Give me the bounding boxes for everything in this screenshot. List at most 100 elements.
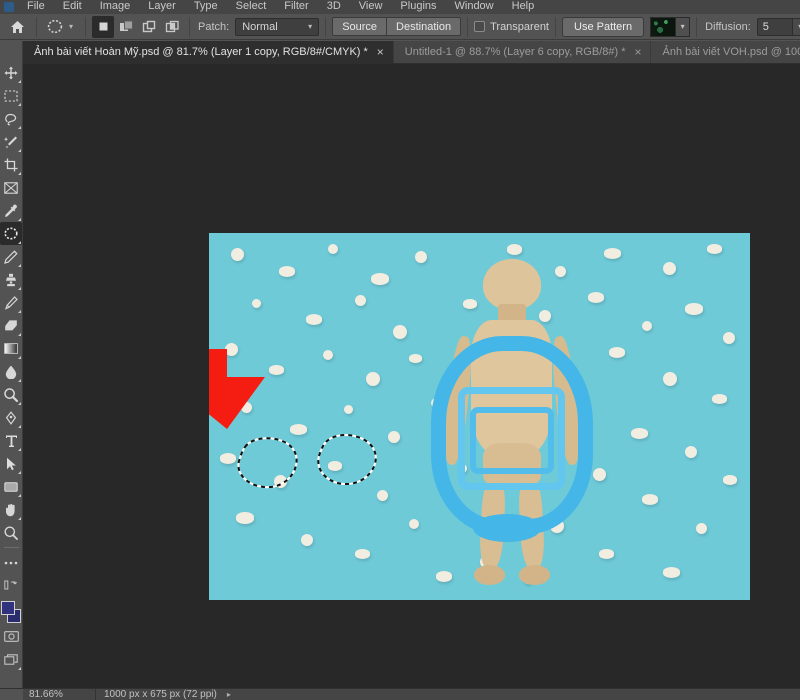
menu-file[interactable]: File bbox=[18, 0, 54, 14]
pattern-swatch-thumbnail[interactable] bbox=[650, 16, 677, 37]
move-tool[interactable] bbox=[0, 61, 22, 84]
tool-submenu-indicator bbox=[18, 264, 21, 267]
close-icon[interactable]: × bbox=[377, 46, 384, 58]
status-bar: 81.66% 1000 px x 675 px (72 ppi) ▸ bbox=[0, 688, 800, 700]
edit-toolbar[interactable] bbox=[0, 574, 22, 597]
eyedropper-tool[interactable] bbox=[0, 199, 22, 222]
tool-preset-caret[interactable]: ▾ bbox=[65, 17, 77, 37]
gradient-tool[interactable] bbox=[0, 337, 22, 360]
shape-tool[interactable] bbox=[0, 475, 22, 498]
menu-plugins[interactable]: Plugins bbox=[391, 0, 445, 14]
document-tab-3-label: Ảnh bài viết VOH.psd @ 100% (Layer 6 cop… bbox=[662, 46, 800, 58]
add-selection-icon[interactable] bbox=[115, 16, 137, 38]
canvas-workspace[interactable] bbox=[23, 64, 800, 688]
tool-preset-picker[interactable]: ▾ bbox=[43, 16, 79, 38]
patch-tool-icon bbox=[45, 17, 65, 37]
tool-submenu-indicator bbox=[18, 448, 21, 451]
magic-wand-tool[interactable] bbox=[0, 130, 22, 153]
intersect-selection-icon[interactable] bbox=[161, 16, 183, 38]
tool-submenu-indicator bbox=[18, 287, 21, 290]
patch-selection-right[interactable] bbox=[312, 428, 382, 490]
use-pattern-button[interactable]: Use Pattern bbox=[562, 16, 645, 37]
pattern-chevron-down-icon[interactable]: ▾ bbox=[676, 16, 691, 37]
marquee-tool[interactable] bbox=[0, 84, 22, 107]
document-image[interactable] bbox=[209, 233, 750, 600]
menu-type[interactable]: Type bbox=[185, 0, 227, 14]
options-separator-4 bbox=[325, 16, 327, 37]
menu-edit[interactable]: Edit bbox=[54, 0, 91, 14]
pattern-picker[interactable]: ▾ bbox=[650, 16, 691, 37]
patch-mode-select[interactable]: Normal ▾ bbox=[235, 17, 320, 36]
tool-submenu-indicator bbox=[18, 103, 21, 106]
color-swatches[interactable] bbox=[0, 599, 22, 625]
path-selection-tool[interactable] bbox=[0, 452, 22, 475]
document-tab-3[interactable]: Ảnh bài viết VOH.psd @ 100% (Layer 6 cop… bbox=[651, 41, 800, 63]
diffusion-input[interactable]: 5 bbox=[756, 17, 793, 36]
patch-tool[interactable] bbox=[0, 222, 22, 245]
menu-image[interactable]: Image bbox=[91, 0, 140, 14]
menu-help[interactable]: Help bbox=[503, 0, 544, 14]
toolbar-divider bbox=[3, 547, 19, 548]
foreground-color-swatch[interactable] bbox=[1, 601, 15, 615]
document-tab-bar: Ảnh bài viết Hoàn Mỹ.psd @ 81.7% (Layer … bbox=[23, 41, 800, 64]
document-tab-1[interactable]: Ảnh bài viết Hoàn Mỹ.psd @ 81.7% (Layer … bbox=[23, 41, 394, 63]
zoom-level[interactable]: 81.66% bbox=[23, 689, 95, 700]
document-dimensions: 1000 px x 675 px (72 ppi) bbox=[104, 689, 217, 700]
blur-tool[interactable] bbox=[0, 360, 22, 383]
eraser-tool[interactable] bbox=[0, 314, 22, 337]
menu-3d[interactable]: 3D bbox=[318, 0, 350, 14]
screen-mode-toggle[interactable] bbox=[0, 648, 22, 671]
menu-layer[interactable]: Layer bbox=[139, 0, 185, 14]
chevron-down-icon: ▾ bbox=[308, 22, 313, 31]
patch-selection-left[interactable] bbox=[233, 431, 303, 493]
home-icon[interactable] bbox=[4, 16, 30, 38]
menu-select[interactable]: Select bbox=[227, 0, 276, 14]
transparent-checkbox[interactable]: Transparent bbox=[474, 21, 549, 33]
brush-tool[interactable] bbox=[0, 245, 22, 268]
subtract-selection-icon[interactable] bbox=[138, 16, 160, 38]
selection-mode-group bbox=[92, 15, 183, 38]
source-button[interactable]: Source bbox=[332, 17, 387, 36]
pen-tool[interactable] bbox=[0, 406, 22, 429]
tool-submenu-indicator bbox=[18, 218, 21, 221]
menu-view[interactable]: View bbox=[350, 0, 392, 14]
menu-filter[interactable]: Filter bbox=[275, 0, 317, 14]
document-tab-2[interactable]: Untitled-1 @ 88.7% (Layer 6 copy, RGB/8#… bbox=[393, 41, 652, 63]
tool-submenu-indicator bbox=[18, 402, 21, 405]
hand-tool[interactable] bbox=[0, 498, 22, 521]
transparent-checkbox-box[interactable] bbox=[474, 21, 486, 32]
tool-submenu-indicator bbox=[18, 172, 21, 175]
tool-submenu-indicator bbox=[18, 667, 21, 670]
status-bar-chevron-icon[interactable]: ▸ bbox=[227, 690, 231, 699]
menu-window[interactable]: Window bbox=[446, 0, 503, 14]
tool-submenu-indicator bbox=[18, 517, 21, 520]
tool-submenu-indicator bbox=[18, 379, 21, 382]
clone-stamp-tool[interactable] bbox=[0, 268, 22, 291]
more-tools[interactable] bbox=[0, 551, 22, 574]
tool-submenu-indicator bbox=[18, 356, 21, 359]
patch-mode-value: Normal bbox=[242, 20, 278, 33]
close-icon[interactable]: × bbox=[634, 46, 641, 58]
options-bar: ▾ Patch: Normal ▾ Source Destination Tra… bbox=[0, 14, 800, 40]
document-tab-1-label: Ảnh bài viết Hoàn Mỹ.psd @ 81.7% (Layer … bbox=[34, 46, 368, 58]
options-separator-2 bbox=[85, 16, 86, 37]
patch-source-destination-group: Source Destination bbox=[332, 17, 462, 36]
frame-tool[interactable] bbox=[0, 176, 22, 199]
lasso-tool[interactable] bbox=[0, 107, 22, 130]
type-tool[interactable] bbox=[0, 429, 22, 452]
quick-mask-toggle[interactable] bbox=[0, 625, 22, 648]
destination-button[interactable]: Destination bbox=[386, 17, 462, 36]
status-bar-gutter bbox=[0, 689, 23, 700]
tool-submenu-indicator bbox=[18, 80, 21, 83]
history-brush-tool[interactable] bbox=[0, 291, 22, 314]
diffusion-chevron-down-icon[interactable]: ▾ bbox=[792, 17, 800, 36]
tool-submenu-indicator bbox=[18, 149, 21, 152]
zoom-tool[interactable] bbox=[0, 521, 22, 544]
crop-tool[interactable] bbox=[0, 153, 22, 176]
clay-intestine-model bbox=[430, 335, 594, 542]
tool-submenu-indicator bbox=[18, 241, 21, 244]
dodge-tool[interactable] bbox=[0, 383, 22, 406]
options-separator-5 bbox=[467, 16, 469, 37]
new-selection-icon[interactable] bbox=[92, 15, 114, 38]
photoshop-window: File Edit Image Layer Type Select Filter… bbox=[0, 0, 800, 700]
